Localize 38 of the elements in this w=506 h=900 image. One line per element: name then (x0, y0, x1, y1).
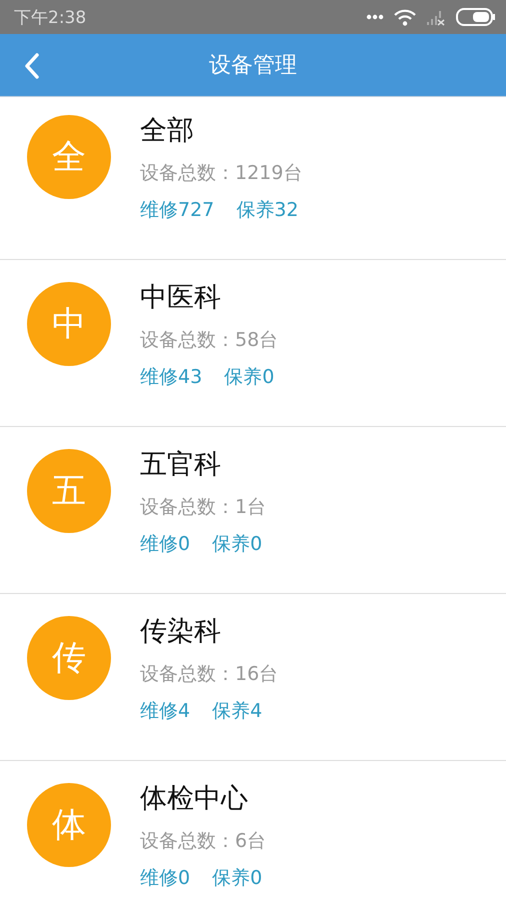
device-total: 设备总数：16台 (140, 662, 278, 687)
signal-icon (426, 8, 446, 26)
back-button[interactable] (22, 51, 42, 81)
maintenance-link[interactable]: 保养32 (236, 191, 298, 229)
department-name: 体检中心 (140, 782, 249, 816)
device-total: 设备总数：1台 (140, 495, 266, 520)
department-row[interactable]: 全 全部 设备总数：1219台 维修727 保养32 (0, 97, 506, 260)
device-total: 设备总数：58台 (140, 328, 278, 353)
department-name: 五官科 (140, 448, 222, 482)
department-name: 全部 (140, 114, 195, 148)
maintenance-link[interactable]: 保养4 (212, 692, 262, 730)
repair-link[interactable]: 维修4 (140, 692, 190, 730)
battery-icon (456, 8, 496, 26)
department-name: 中医科 (140, 281, 222, 315)
repair-link[interactable]: 维修0 (140, 525, 190, 563)
maintenance-link[interactable]: 保养0 (212, 859, 262, 897)
more-icon (366, 14, 384, 20)
wifi-icon (394, 8, 416, 26)
device-total: 设备总数：6台 (140, 829, 266, 854)
repair-link[interactable]: 维修727 (140, 191, 214, 229)
department-avatar: 传 (27, 616, 111, 700)
department-row[interactable]: 五 五官科 设备总数：1台 维修0 保养0 (0, 427, 506, 594)
department-avatar: 五 (27, 449, 111, 533)
repair-link[interactable]: 维修43 (140, 358, 202, 396)
device-total: 设备总数：1219台 (140, 161, 302, 186)
department-row[interactable]: 传 传染科 设备总数：16台 维修4 保养4 (0, 594, 506, 761)
back-icon (24, 53, 40, 79)
department-row[interactable]: 体 体检中心 设备总数：6台 维修0 保养0 (0, 761, 506, 900)
department-avatar: 体 (27, 783, 111, 867)
maintenance-link[interactable]: 保养0 (212, 525, 262, 563)
repair-link[interactable]: 维修0 (140, 859, 190, 897)
status-time: 下午2:38 (14, 6, 86, 28)
header-title: 设备管理 (209, 52, 297, 80)
department-row[interactable]: 中 中医科 设备总数：58台 维修43 保养0 (0, 260, 506, 427)
department-name: 传染科 (140, 615, 222, 649)
department-avatar: 中 (27, 282, 111, 366)
maintenance-link[interactable]: 保养0 (224, 358, 274, 396)
department-avatar: 全 (27, 115, 111, 199)
